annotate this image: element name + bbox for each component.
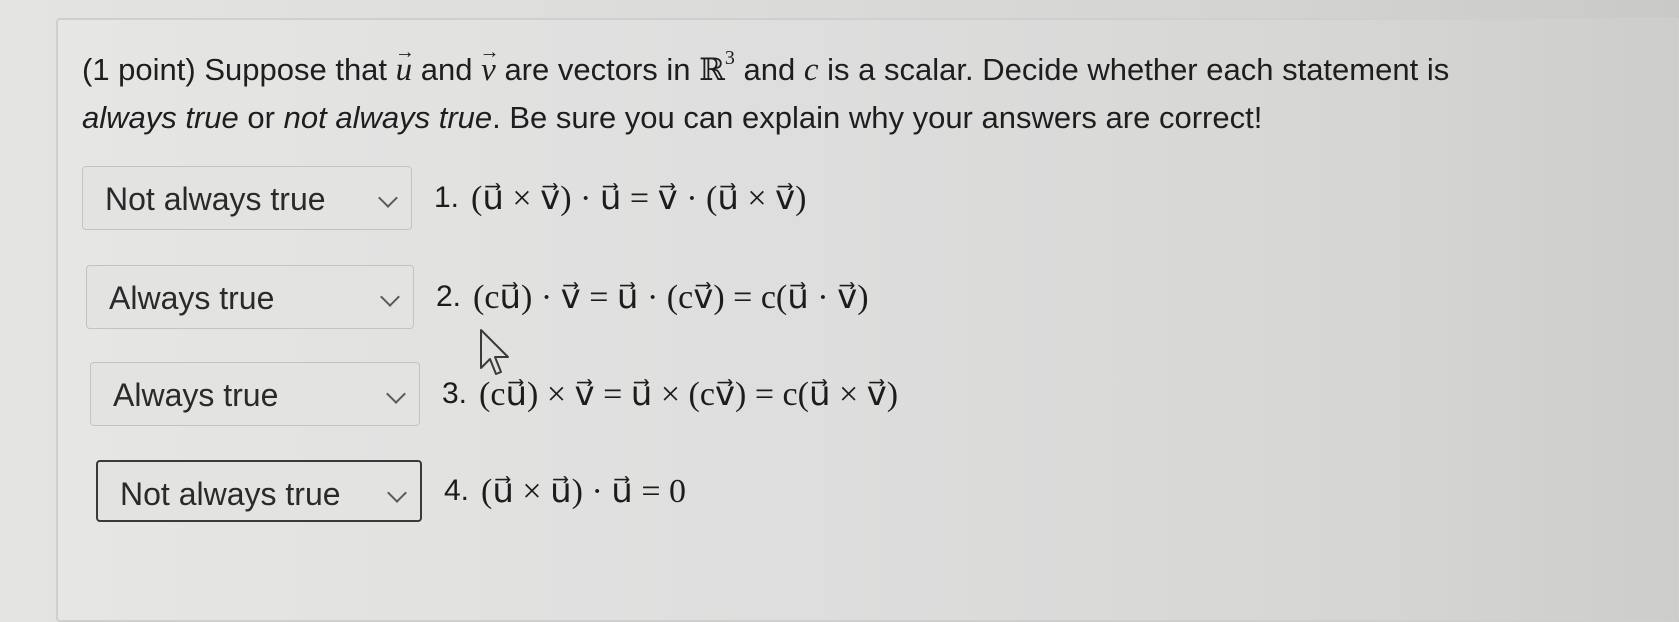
statement-row-2: Always true 2. (cu⃗) · v⃗ = u⃗ · (cv⃗) =… <box>82 264 869 330</box>
question-prefix: (1 point) Suppose that <box>82 52 388 87</box>
statement-number: 2. <box>436 280 462 313</box>
question-suffix: . Be sure you can explain why your answe… <box>492 100 1263 135</box>
statement-expression: (u⃗ × u⃗) · u⃗ = 0 <box>481 473 686 510</box>
real-space-symbol: ℝ <box>699 52 725 88</box>
statement-2: 2. (cu⃗) · v⃗ = u⃗ · (cv⃗) = c(u⃗ · v⃗) <box>436 277 869 317</box>
question-and-2: and <box>743 52 796 87</box>
question-is-scalar: is a scalar. Decide whether each stateme… <box>827 52 1450 87</box>
scalar-c: c <box>803 52 819 88</box>
answer-select-value: Not always true <box>120 476 341 512</box>
answer-select-value: Always true <box>109 280 275 316</box>
chevron-down-icon <box>378 188 398 208</box>
answer-select-value: Not always true <box>105 181 326 217</box>
answer-select-2[interactable]: Always true <box>86 265 414 329</box>
answer-select-4[interactable]: Not always true <box>96 460 422 522</box>
statement-row-1: Not always true 1. (u⃗ × v⃗) · u⃗ = v⃗ ·… <box>82 165 807 231</box>
question-and: and <box>420 52 473 87</box>
question-always-true: always true <box>82 100 239 135</box>
answer-select-value: Always true <box>113 377 279 413</box>
statement-expression: (cu⃗) · v⃗ = u⃗ · (cv⃗) = c(u⃗ · v⃗) <box>473 279 869 316</box>
answer-select-3[interactable]: Always true <box>90 362 420 426</box>
statement-1: 1. (u⃗ × v⃗) · u⃗ = v⃗ · (u⃗ × v⃗) <box>434 178 807 218</box>
statement-3: 3. (cu⃗) × v⃗ = u⃗ × (cv⃗) = c(u⃗ × v⃗) <box>442 374 898 414</box>
statement-expression: (u⃗ × v⃗) · u⃗ = v⃗ · (u⃗ × v⃗) <box>471 180 807 217</box>
statement-4: 4. (u⃗ × u⃗) · u⃗ = 0 <box>444 471 686 511</box>
statement-number: 4. <box>444 474 470 507</box>
chevron-down-icon <box>387 483 407 503</box>
chevron-down-icon <box>380 287 400 307</box>
statement-row-4: Not always true 4. (u⃗ × u⃗) · u⃗ = 0 <box>82 458 686 524</box>
mouse-cursor-icon <box>480 329 509 375</box>
answer-select-1[interactable]: Not always true <box>82 166 412 230</box>
vector-v: v <box>481 46 496 94</box>
question-text: (1 point) Suppose that u and v are vecto… <box>82 46 1582 142</box>
chevron-down-icon <box>386 384 406 404</box>
statement-number: 1. <box>434 181 460 214</box>
statement-number: 3. <box>442 377 468 410</box>
real-space-power: 3 <box>724 47 735 69</box>
vector-u: u <box>396 46 413 94</box>
question-are-vectors-in: are vectors in <box>504 52 691 87</box>
question-or: or <box>247 100 275 135</box>
question-not-always-true: not always true <box>283 100 493 135</box>
statement-expression: (cu⃗) × v⃗ = u⃗ × (cv⃗) = c(u⃗ × v⃗) <box>479 376 899 413</box>
